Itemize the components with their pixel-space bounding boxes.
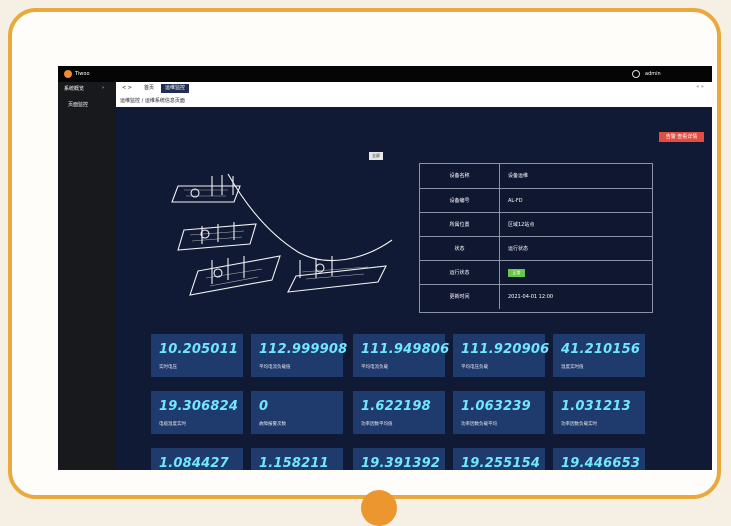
metric-card: 19.306824 电缆温度实时 (151, 391, 243, 434)
info-label: 设备编号 (420, 189, 500, 213)
metric-label: 平均电流负载值 (259, 365, 291, 370)
metric-value: 10.205011 (159, 342, 239, 357)
metric-value: 0 (259, 399, 269, 414)
screen: Tiwoo admin 系统概览 › 页面监控 < > 首页 运维监控 « » … (58, 66, 712, 470)
metric-value: 1.084427 (159, 456, 229, 470)
info-label: 更新时间 (420, 285, 500, 309)
metric-value: 19.255154 (461, 456, 541, 470)
sidebar-title[interactable]: 系统概览 (64, 85, 84, 92)
metric-card: 19.446653 (553, 448, 645, 470)
metric-label: 功率因数负载平均 (461, 422, 497, 427)
metric-label: 实时电压 (159, 365, 177, 370)
metric-label: 功率因数平均值 (361, 422, 393, 427)
metric-card: 1.622198 功率因数平均值 (353, 391, 445, 434)
metric-card: 10.205011 实时电压 (151, 334, 243, 377)
metric-card: 1.084427 (151, 448, 243, 470)
info-row: 设备名称 设备运维 (420, 164, 652, 188)
user-menu[interactable]: admin (645, 71, 661, 77)
info-row: 设备编号 AL-FD (420, 188, 652, 213)
metric-label: 平均电压负载 (461, 365, 488, 370)
tab-home[interactable]: 首页 (140, 84, 158, 93)
info-value: AL-FD (508, 198, 523, 204)
info-label: 所属位置 (420, 213, 500, 237)
cable-diagram (171, 173, 393, 296)
metric-label: 温度实时值 (561, 365, 584, 370)
tab-monitor[interactable]: 运维监控 (161, 84, 190, 93)
info-value: 设备运维 (508, 173, 529, 179)
metric-value: 1.063239 (461, 399, 531, 414)
metric-value: 41.210156 (561, 342, 641, 357)
metric-value: 1.031213 (561, 399, 631, 414)
metric-label: 电缆温度实时 (159, 422, 186, 427)
metric-card: 19.391392 (353, 448, 445, 470)
device-info-table: 设备名称 设备运维 设备编号 AL-FD 所属位置 区域12站点 状态 运行状态… (419, 163, 653, 313)
metric-card: 41.210156 温度实时值 (553, 334, 645, 377)
metric-card: 1.031213 功率因数负载实时 (553, 391, 645, 434)
metric-value: 19.446653 (561, 456, 641, 470)
metric-value: 1.158211 (259, 456, 329, 470)
metric-value: 112.999908 (259, 342, 348, 357)
info-row: 更新时间 2021-04-01 12:00 (420, 284, 652, 309)
top-bar: Tiwoo admin (58, 66, 712, 82)
tab-bar: < > 首页 运维监控 « » (116, 82, 712, 96)
metric-card: 19.255154 (453, 448, 545, 470)
info-value: 2021-04-01 12:00 (508, 294, 554, 300)
breadcrumb: 运维监控 / 运维系统信息页面 (116, 95, 712, 107)
metric-value: 1.622198 (361, 399, 431, 414)
tab-nav-buttons[interactable]: < > (118, 84, 136, 93)
metric-value: 111.920906 (461, 342, 550, 357)
metric-label: 功率因数负载实时 (561, 422, 597, 427)
bottom-dot (361, 490, 397, 526)
sidebar: 系统概览 › 页面监控 (58, 82, 116, 470)
info-label: 设备名称 (420, 164, 500, 188)
metric-label: 故障报警次数 (259, 422, 286, 427)
metric-value: 111.949806 (361, 342, 450, 357)
sidebar-item-monitor[interactable]: 页面监控 (58, 100, 116, 109)
fullscreen-button[interactable]: 全屏 (369, 152, 383, 160)
sidebar-arrow-icon[interactable]: › (102, 85, 104, 91)
metric-card: 0 故障报警次数 (251, 391, 343, 434)
info-label: 状态 (420, 237, 500, 261)
info-row: 所属位置 区域12站点 (420, 212, 652, 237)
alarm-button[interactable]: 告警 查看详情 (659, 132, 704, 142)
metric-card: 1.063239 功率因数负载平均 (453, 391, 545, 434)
metric-card: 111.949806 平均电流负载 (353, 334, 449, 377)
metric-card: 112.999908 平均电流负载值 (251, 334, 347, 377)
info-value: 运行状态 (508, 246, 529, 252)
search-icon[interactable] (632, 70, 640, 78)
info-value: 区域12站点 (508, 222, 535, 228)
outer-frame: Tiwoo admin 系统概览 › 页面监控 < > 首页 运维监控 « » … (8, 8, 721, 499)
metric-value: 19.306824 (159, 399, 239, 414)
logo-icon (64, 70, 72, 78)
tab-scroll-buttons[interactable]: « » (696, 84, 704, 90)
sidebar-item-label: 页面监控 (68, 102, 89, 108)
app-name: Tiwoo (75, 71, 90, 77)
info-row: 运行状态 正常 (420, 260, 652, 285)
status-badge: 正常 (508, 269, 525, 277)
metric-card: 1.158211 (251, 448, 343, 470)
info-row: 状态 运行状态 (420, 236, 652, 261)
metric-label: 平均电流负载 (361, 365, 388, 370)
metric-card: 111.920906 平均电压负载 (453, 334, 549, 377)
info-label: 运行状态 (420, 261, 500, 285)
metric-value: 19.391392 (361, 456, 441, 470)
